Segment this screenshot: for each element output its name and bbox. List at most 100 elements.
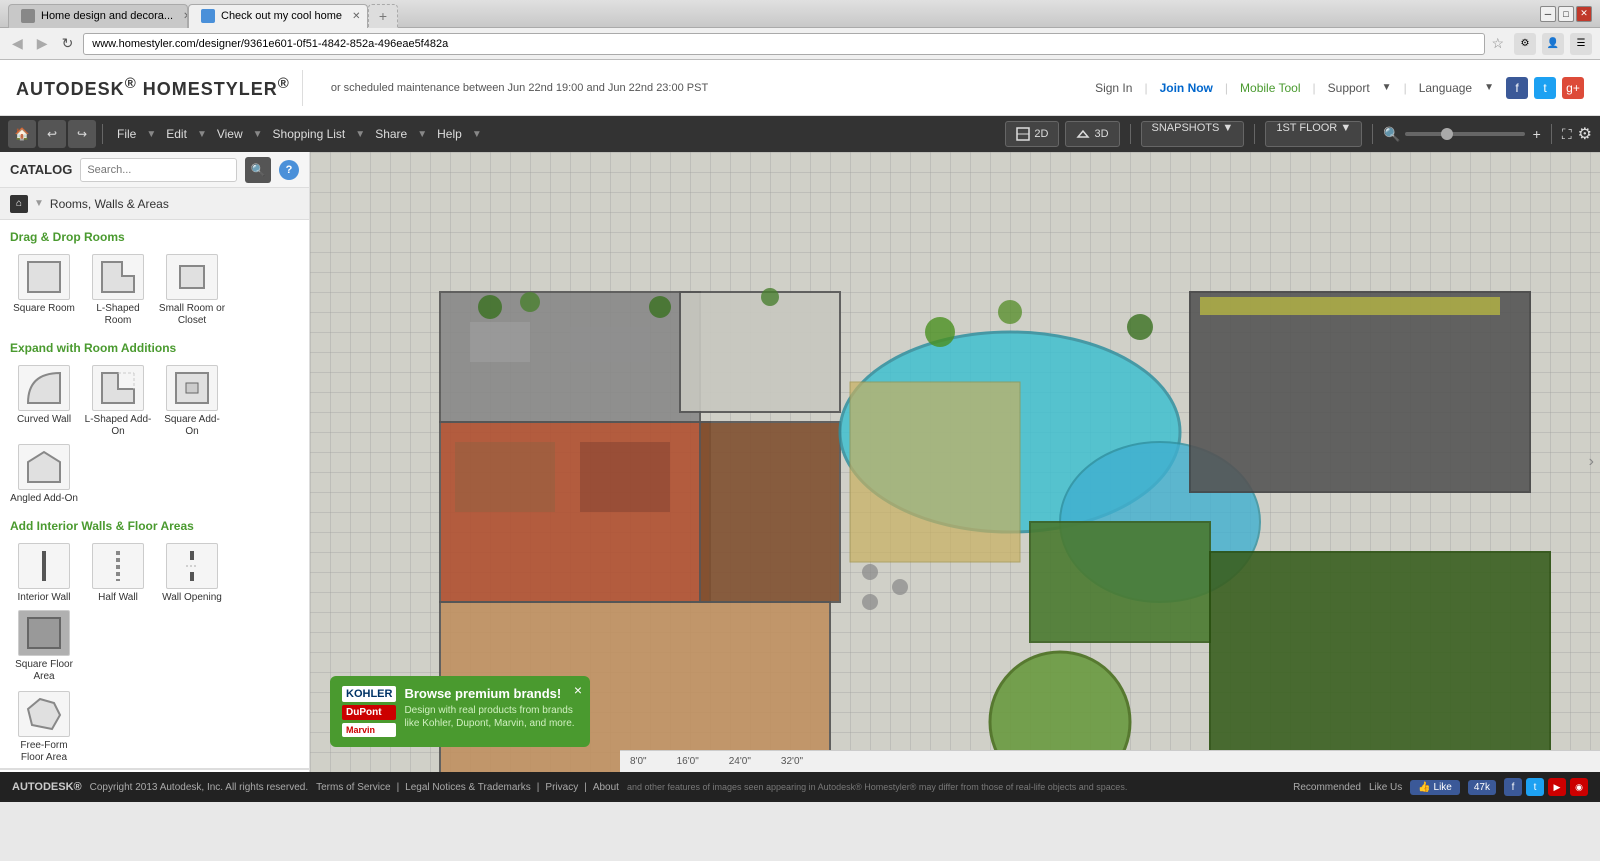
view-menu[interactable]: View xyxy=(209,120,251,148)
support-link[interactable]: Support xyxy=(1328,81,1370,95)
shopping-arrow: ▼ xyxy=(355,129,365,140)
toolbar-right: 2D 3D SNAPSHOTS ▼ 1ST FLOOR ▼ 🔍 + ⛶ ⚙ xyxy=(1005,121,1592,147)
fullscreen-button[interactable]: ⛶ xyxy=(1562,126,1572,143)
like-count[interactable]: 47k xyxy=(1468,780,1496,795)
facebook-like-button[interactable]: 👍 Like xyxy=(1410,780,1460,795)
help-arrow: ▼ xyxy=(472,129,482,140)
ruler: 8'0" 16'0" 24'0" 32'0" xyxy=(620,750,1600,772)
small-room-item[interactable]: Small Room or Closet xyxy=(158,254,226,327)
zoom-slider[interactable] xyxy=(1405,132,1525,136)
brands-section: BRANDS & COLLECTIONS xyxy=(0,768,309,772)
googleplus-icon[interactable]: g+ xyxy=(1562,77,1584,99)
browser-tab-1[interactable]: Home design and decora... ✕ xyxy=(8,4,188,28)
separator-2: | xyxy=(1225,81,1228,95)
footer-rss-icon[interactable]: ◉ xyxy=(1570,778,1588,796)
promo-logos: KOHLER DuPont Marvin xyxy=(342,686,396,737)
zoom-out-button[interactable]: 🔍 xyxy=(1383,126,1400,143)
close-button[interactable]: ✕ xyxy=(1576,6,1592,22)
forward-button[interactable]: ▶ xyxy=(33,33,52,54)
view-arrow: ▼ xyxy=(253,129,263,140)
ruler-mark-2: 16'0" xyxy=(677,756,699,767)
toolbar-redo-icon[interactable]: ↪ xyxy=(68,120,96,148)
zoom-handle[interactable] xyxy=(1441,128,1453,140)
sq-floor-icon xyxy=(18,610,70,656)
l-shaped-room-item[interactable]: L-Shaped Room xyxy=(84,254,152,327)
freeform-item[interactable]: Free-Form Floor Area xyxy=(10,691,78,764)
sign-in-link[interactable]: Sign In xyxy=(1095,81,1132,95)
join-now-link[interactable]: Join Now xyxy=(1160,81,1213,95)
freeform-label: Free-Form Floor Area xyxy=(10,740,78,764)
footer-sep-2: | xyxy=(537,782,540,793)
toolbar-sep-3 xyxy=(1254,124,1255,144)
settings-button[interactable]: ⚙ xyxy=(1578,124,1592,144)
half-wall-label: Half Wall xyxy=(98,592,138,604)
l-shaped-room-label: L-Shaped Room xyxy=(84,303,152,327)
browser-tab-2[interactable]: Check out my cool home ✕ xyxy=(188,4,368,28)
language-link[interactable]: Language xyxy=(1419,81,1472,95)
tab2-close[interactable]: ✕ xyxy=(352,11,360,22)
footer-legal-link[interactable]: Legal Notices & Trademarks xyxy=(405,782,531,793)
refresh-button[interactable]: ↻ xyxy=(58,33,78,54)
square-room-item[interactable]: Square Room xyxy=(10,254,78,327)
view-3d-button[interactable]: 3D xyxy=(1065,121,1119,147)
angled-addon-icon xyxy=(18,444,70,490)
menu-button[interactable]: ☰ xyxy=(1570,33,1592,55)
social-icons: f t g+ xyxy=(1506,77,1584,99)
curved-wall-item[interactable]: Curved Wall xyxy=(10,365,78,438)
l-addon-icon xyxy=(92,365,144,411)
view-2d-button[interactable]: 2D xyxy=(1005,121,1059,147)
mobile-tool-link[interactable]: Mobile Tool xyxy=(1240,81,1300,95)
shopping-list-menu[interactable]: Shopping List xyxy=(265,120,354,148)
zoom-in-button[interactable]: + xyxy=(1533,126,1541,142)
minimize-button[interactable]: ─ xyxy=(1540,6,1556,22)
file-menu[interactable]: File xyxy=(109,120,144,148)
back-button[interactable]: ◀ xyxy=(8,33,27,54)
sq-floor-item[interactable]: Square Floor Area xyxy=(10,610,78,683)
footer-youtube-icon[interactable]: ▶ xyxy=(1548,778,1566,796)
file-arrow: ▼ xyxy=(146,129,156,140)
snapshots-button[interactable]: SNAPSHOTS ▼ xyxy=(1141,121,1245,147)
sq-addon-item[interactable]: Square Add-On xyxy=(158,365,226,438)
edit-menu[interactable]: Edit xyxy=(158,120,195,148)
footer-about-link[interactable]: About xyxy=(593,782,619,793)
marvin-logo: Marvin xyxy=(342,723,396,737)
share-menu[interactable]: Share xyxy=(367,120,415,148)
maximize-button[interactable]: □ xyxy=(1558,6,1574,22)
footer-facebook-icon[interactable]: f xyxy=(1504,778,1522,796)
floor-button[interactable]: 1ST FLOOR ▼ xyxy=(1265,121,1362,147)
section-interior: Add Interior Walls & Floor Areas xyxy=(0,509,309,539)
footer-twitter-icon[interactable]: t xyxy=(1526,778,1544,796)
half-wall-item[interactable]: Half Wall xyxy=(84,543,152,604)
wall-opening-item[interactable]: Wall Opening xyxy=(158,543,226,604)
catalog-search-button[interactable]: 🔍 xyxy=(245,157,271,183)
l-addon-item[interactable]: L-Shaped Add-On xyxy=(84,365,152,438)
extensions-button[interactable]: ⚙ xyxy=(1514,33,1536,55)
catalog-help-button[interactable]: ? xyxy=(279,160,299,180)
browser-tabs: Home design and decora... ✕ Check out my… xyxy=(8,0,398,28)
toolbar-sep-2 xyxy=(1130,124,1131,144)
toolbar-sep-1 xyxy=(102,124,103,144)
footer-privacy-link[interactable]: Privacy xyxy=(545,782,578,793)
promo-close-button[interactable]: × xyxy=(574,682,582,698)
breadcrumb-home-icon[interactable]: ⌂ xyxy=(10,195,28,213)
maintenance-notice: or scheduled maintenance between Jun 22n… xyxy=(331,82,708,94)
person-button[interactable]: 👤 xyxy=(1542,33,1564,55)
twitter-icon[interactable]: t xyxy=(1534,77,1556,99)
toolbar-undo-icon[interactable]: ↩ xyxy=(38,120,66,148)
url-input[interactable] xyxy=(83,33,1485,55)
sq-floor-label: Square Floor Area xyxy=(10,659,78,683)
bookmark-star-icon[interactable]: ☆ xyxy=(1491,35,1504,52)
help-menu[interactable]: Help xyxy=(429,120,470,148)
toolbar-home-icon[interactable]: 🏠 xyxy=(8,120,36,148)
scroll-right-button[interactable]: › xyxy=(1589,453,1594,471)
angled-addon-item[interactable]: Angled Add-On xyxy=(10,444,78,505)
interior-wall-label: Interior Wall xyxy=(18,592,71,604)
facebook-icon[interactable]: f xyxy=(1506,77,1528,99)
header-divider xyxy=(302,70,303,106)
catalog-search-input[interactable] xyxy=(80,158,237,182)
footer-terms-link[interactable]: Terms of Service xyxy=(316,782,390,793)
new-tab-button[interactable]: + xyxy=(368,4,398,28)
language-arrow: ▼ xyxy=(1484,82,1494,93)
footer-social-icons: f t ▶ ◉ xyxy=(1504,778,1588,796)
interior-wall-item[interactable]: Interior Wall xyxy=(10,543,78,604)
